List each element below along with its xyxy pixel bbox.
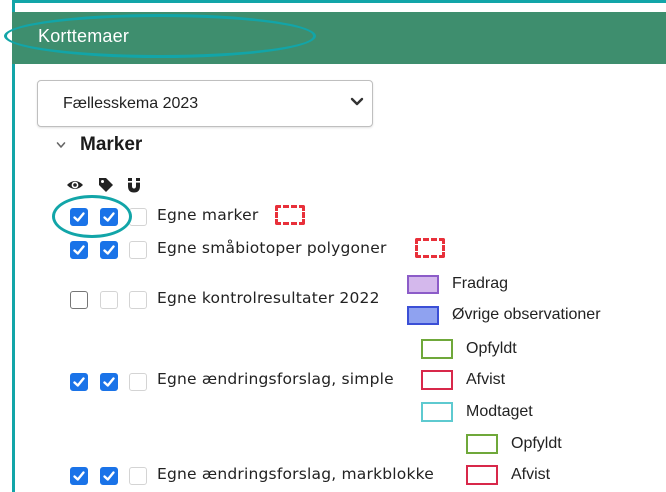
year-select[interactable]: Fællesskema 2023 — [37, 80, 373, 127]
layer-snap-checkbox[interactable] — [129, 291, 147, 309]
layer-labels-checkbox[interactable] — [100, 373, 118, 391]
layer-snap-checkbox[interactable] — [129, 241, 147, 259]
layer-labels-checkbox[interactable] — [100, 241, 118, 259]
group-title-marker[interactable]: Marker — [80, 134, 142, 156]
legend-label: Afvist — [511, 466, 551, 483]
layer-labels-checkbox[interactable] — [100, 291, 118, 309]
legend-symbol-opfyldt — [466, 434, 498, 454]
layer-visible-checkbox[interactable] — [70, 291, 88, 309]
legend-symbol-fradrag — [407, 275, 439, 294]
layer-snap-checkbox[interactable] — [129, 467, 147, 485]
group-collapse-icon[interactable] — [56, 140, 66, 150]
layer-visible-checkbox[interactable] — [70, 241, 88, 259]
legend-label: Fradrag — [452, 275, 509, 292]
highlight-ring-checkboxes — [52, 195, 132, 238]
legend-symbol-ovrige — [407, 306, 439, 325]
layer-visible-checkbox[interactable] — [70, 373, 88, 391]
legend-label: Øvrige observationer — [452, 306, 601, 323]
layer-visible-checkbox[interactable] — [70, 467, 88, 485]
legend-symbol-afvist — [466, 465, 498, 485]
layer-label: Egne ændringsforslag, markblokke — [157, 465, 435, 483]
legend-symbol-marker — [275, 205, 305, 225]
layer-label: Egne marker — [157, 206, 259, 224]
layer-label: Egne småbiotoper polygoner — [157, 239, 387, 257]
layer-snap-checkbox[interactable] — [129, 373, 147, 391]
legend-label: Modtaget — [466, 403, 533, 420]
tag-icon — [99, 178, 113, 192]
legend-symbol-afvist — [421, 370, 453, 390]
legend-label: Opfyldt — [511, 435, 562, 452]
layer-label: Egne ændringsforslag, simple — [157, 370, 394, 388]
chevron-down-icon — [350, 97, 364, 106]
legend-label: Afvist — [466, 371, 506, 388]
layer-labels-checkbox[interactable] — [100, 467, 118, 485]
legend-symbol-smaabiotoper — [415, 238, 445, 258]
legend-label: Opfyldt — [466, 340, 517, 357]
legend-symbol-modtaget — [421, 402, 453, 422]
highlight-ring-title — [4, 14, 316, 58]
legend-symbol-opfyldt — [421, 339, 453, 359]
year-select-value: Fællesskema 2023 — [63, 95, 199, 112]
layer-label: Egne kontrolresultater 2022 — [157, 289, 380, 307]
eye-icon — [67, 181, 83, 189]
magnet-icon — [128, 178, 140, 193]
